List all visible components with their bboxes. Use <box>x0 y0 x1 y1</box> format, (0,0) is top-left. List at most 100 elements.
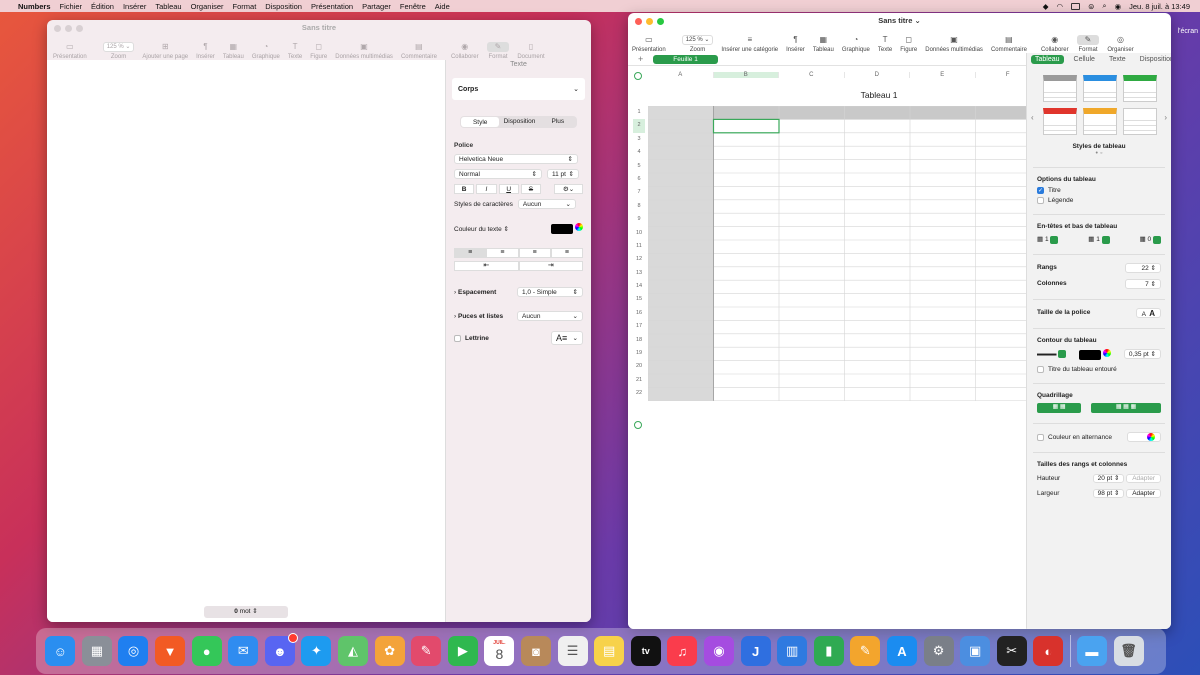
row-header[interactable]: 5 <box>633 160 645 173</box>
menu-format[interactable]: Format <box>233 2 257 11</box>
numbers-window[interactable]: Sans titre ⌄ ▭ Présentation 125 % ⌄ Zoom ≡ In… <box>628 13 1171 629</box>
table-style-swatch[interactable] <box>1043 108 1077 135</box>
row-header[interactable]: 12 <box>633 253 645 266</box>
strike-button[interactable]: S <box>520 184 542 194</box>
sheet-canvas[interactable]: A B C D E F Tableau 1 1 2 3 4 5 6 7 8 9 10 11 12 13 1… <box>628 66 1041 629</box>
tab-texte[interactable]: Texte <box>1105 55 1130 64</box>
char-styles-popup[interactable]: Aucun ⌄ <box>517 199 576 209</box>
outline-style-popup[interactable]: ▬▬▬ <box>1037 350 1067 359</box>
align-right-button[interactable]: ≡ <box>518 248 551 259</box>
column-header[interactable]: D <box>845 72 910 78</box>
toolbar-commentaire-button[interactable]: ▤ Commentaire <box>987 27 1031 53</box>
mail-icon[interactable]: ✉ <box>228 636 259 666</box>
footer-rows-stepper[interactable]: ▦ 0 <box>1140 235 1161 244</box>
desktop-file-label[interactable]: l'écran <box>1178 28 1198 35</box>
toolbar-données-multimédias-button[interactable]: ▣ Données multimédias <box>331 34 397 60</box>
tab-disposition[interactable]: Disposition <box>500 116 538 128</box>
justify-button[interactable]: ≡ <box>550 248 583 259</box>
column-header[interactable]: B <box>713 72 779 78</box>
finalcut-icon[interactable]: ✂ <box>996 636 1027 666</box>
column-header[interactable]: E <box>910 72 976 78</box>
outdent-button[interactable]: ⇤ <box>454 261 519 272</box>
messages-icon[interactable]: ● <box>191 636 222 666</box>
music-icon[interactable]: ♫ <box>667 636 698 666</box>
pixelmator-icon[interactable]: ✎ <box>411 636 442 666</box>
toolbar-ajouter-une-page-button[interactable]: ⊞ Ajouter une page <box>138 34 192 60</box>
italic-button[interactable]: I <box>476 184 497 194</box>
maps-icon[interactable]: ◭ <box>338 636 369 666</box>
menu-presentation[interactable]: Présentation <box>311 2 353 11</box>
row-header[interactable]: 10 <box>633 227 645 240</box>
menu-inserer[interactable]: Insérer <box>123 2 146 11</box>
spotlight-icon[interactable]: ⌕ <box>1102 1 1106 11</box>
toolbar-zoom-button[interactable]: 125 % ⌄ Zoom <box>678 27 718 53</box>
facetime-icon[interactable]: ▶ <box>447 636 478 666</box>
toolbar-collaborer-button[interactable]: ◉ Collaborer <box>1037 27 1073 53</box>
menu-fichier[interactable]: Fichier <box>60 2 83 11</box>
bold-button[interactable]: B <box>454 184 475 194</box>
menu-organiser[interactable]: Organiser <box>191 2 224 11</box>
menu-disposition[interactable]: Disposition <box>265 2 302 11</box>
color-wheel-icon[interactable] <box>1102 348 1111 357</box>
dropcap-checkbox[interactable] <box>454 334 461 342</box>
tab-cellule[interactable]: Cellule <box>1070 55 1099 64</box>
control-center-icon[interactable]: ⊜ <box>1088 2 1094 11</box>
tab-tableau[interactable]: Tableau <box>1031 54 1064 64</box>
row-header[interactable]: 7 <box>633 186 645 199</box>
sheet-tab[interactable]: Feuille 1 <box>653 54 718 64</box>
paragraph-style-popup[interactable]: Corps ⌄ <box>452 78 585 100</box>
row-header[interactable]: 15 <box>633 293 645 306</box>
toolbar-figure-button[interactable]: ◻ Figure <box>306 34 331 60</box>
underline-button[interactable]: U <box>498 184 519 194</box>
chevron-right-icon[interactable]: › <box>1164 113 1167 122</box>
appstore-icon[interactable]: A <box>886 636 917 666</box>
menubar-clock[interactable]: Jeu. 8 juil. à 13:49 <box>1129 2 1190 11</box>
menu-aide[interactable]: Aide <box>435 2 450 11</box>
row-header[interactable]: 8 <box>633 200 645 213</box>
row-header[interactable]: 17 <box>633 320 645 333</box>
menu-app-name[interactable]: Numbers <box>18 2 51 11</box>
preferences-icon[interactable]: ⚙ <box>923 636 954 666</box>
table-style-swatch[interactable] <box>1123 75 1157 102</box>
toolbar-collaborer-button[interactable]: ◉ Collaborer <box>447 34 483 60</box>
row-header[interactable]: 2 <box>633 119 645 133</box>
twitter-icon[interactable]: ✦ <box>301 636 332 666</box>
menu-partager[interactable]: Partager <box>362 2 391 11</box>
height-stepper[interactable]: 20 pt ⇕ <box>1092 474 1125 484</box>
photos-icon[interactable]: ✿ <box>374 636 405 666</box>
toolbar-présentation-button[interactable]: ▭ Présentation <box>49 34 91 60</box>
outline-width-stepper[interactable]: 0,35 pt ⇕ <box>1123 349 1161 360</box>
bullets-popup[interactable]: Aucun ⌄ <box>517 311 583 322</box>
dropbox-icon[interactable]: ◆ <box>1043 2 1049 11</box>
calendar-icon[interactable]: JUIL. 8 <box>484 636 515 666</box>
menu-tableau[interactable]: Tableau <box>155 2 181 11</box>
tab-plus[interactable]: Plus <box>539 116 577 128</box>
table-grid[interactable] <box>648 106 1026 401</box>
add-sheet-button[interactable]: + <box>638 54 643 64</box>
alt-color-checkbox[interactable] <box>1037 433 1044 441</box>
legend-checkbox[interactable] <box>1037 197 1044 205</box>
header-cols-stepper[interactable]: ▦ 1 <box>1088 235 1110 244</box>
alt-color-swatch[interactable] <box>1127 432 1161 443</box>
toolbar-format-button[interactable]: ✎ Format <box>1073 27 1104 53</box>
row-header[interactable]: 11 <box>633 240 645 253</box>
row-header[interactable]: 9 <box>633 213 645 226</box>
toolbar-tableau-button[interactable]: ▦ Tableau <box>219 34 248 60</box>
row-header[interactable]: 16 <box>633 307 645 320</box>
notes-icon[interactable]: ▤ <box>594 636 625 666</box>
add-row-handle-icon[interactable] <box>634 421 642 429</box>
launchpad-icon[interactable]: ▦ <box>81 636 112 666</box>
table-handle-icon[interactable] <box>634 72 642 80</box>
word-count-button[interactable]: 0 mot ⇕ <box>204 606 288 618</box>
folder-icon[interactable]: ▬ <box>1076 636 1107 666</box>
toolbar-graphique-button[interactable]: ◔ Graphique <box>838 27 874 53</box>
page-dots[interactable]: • ◦ <box>1027 150 1171 157</box>
row-header[interactable]: 20 <box>633 360 645 373</box>
spacing-section[interactable]: › Espacement <box>454 289 496 296</box>
appletv-icon[interactable]: tv <box>630 636 661 666</box>
font-weight-popup[interactable]: Normal ⇕ <box>454 169 542 179</box>
keynote-icon[interactable]: ▥ <box>777 636 808 666</box>
toolbar-présentation-button[interactable]: ▭ Présentation <box>628 27 670 53</box>
row-header[interactable]: 6 <box>633 173 645 186</box>
podcasts-icon[interactable]: ◉ <box>703 636 734 666</box>
